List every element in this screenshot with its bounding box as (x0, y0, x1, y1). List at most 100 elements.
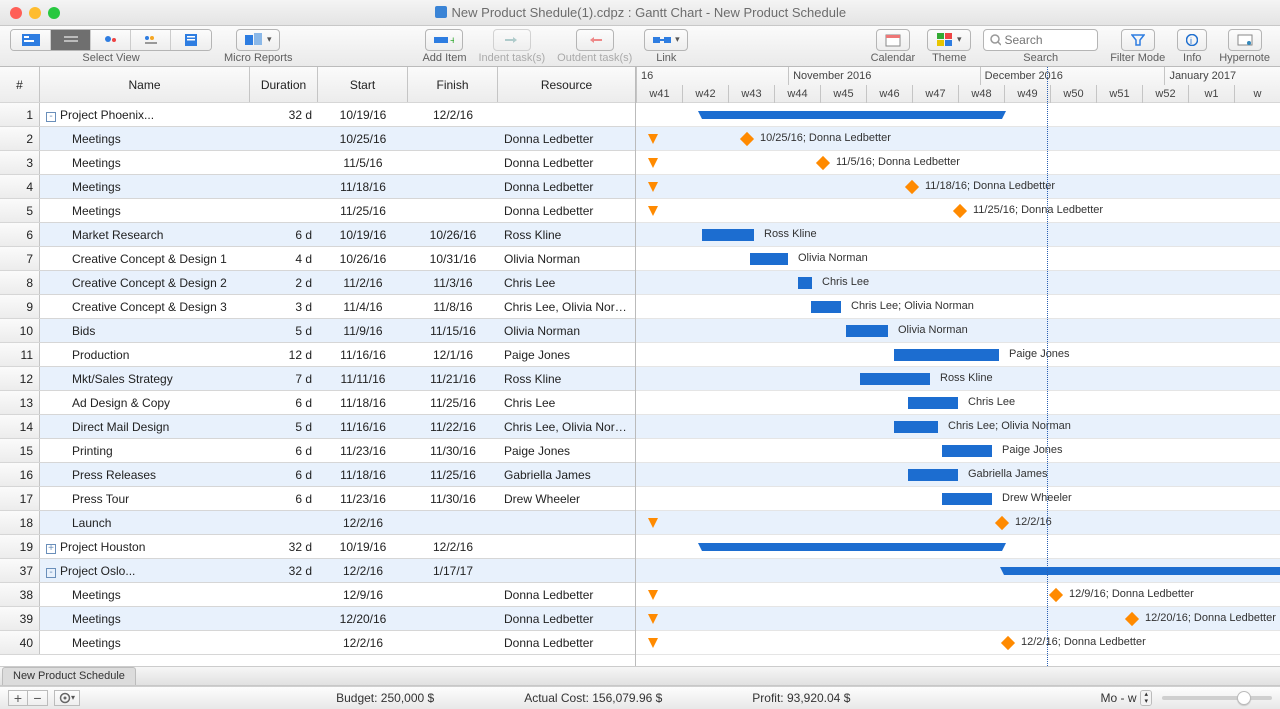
gantt-row[interactable]: Paige Jones (636, 439, 1280, 463)
table-row[interactable]: 15Printing6 d11/23/1611/30/16Paige Jones (0, 439, 635, 463)
milestone-marker[interactable] (1049, 588, 1063, 602)
task-bar[interactable] (908, 397, 958, 409)
task-bar[interactable] (702, 229, 754, 241)
gantt-row[interactable]: Olivia Norman (636, 247, 1280, 271)
gantt-row[interactable]: 12/20/16; Donna Ledbetter (636, 607, 1280, 631)
table-row[interactable]: 18Launch12/2/16 (0, 511, 635, 535)
table-row[interactable]: 5Meetings11/25/16Donna Ledbetter (0, 199, 635, 223)
gantt-row[interactable]: Chris Lee; Olivia Norman (636, 295, 1280, 319)
milestone-marker[interactable] (953, 204, 967, 218)
expand-toggle[interactable]: - (46, 568, 56, 578)
milestone-marker[interactable] (1125, 612, 1139, 626)
task-bar[interactable] (894, 349, 999, 361)
info-button[interactable]: i (1177, 29, 1207, 51)
gantt-row[interactable]: 12/9/16; Donna Ledbetter (636, 583, 1280, 607)
table-row[interactable]: 37-Project Oslo...32 d12/2/161/17/17 (0, 559, 635, 583)
table-row[interactable]: 1-Project Phoenix...32 d10/19/1612/2/16 (0, 103, 635, 127)
gantt-row[interactable]: Gabriella James (636, 463, 1280, 487)
milestone-marker[interactable] (905, 180, 919, 194)
table-row[interactable]: 19+Project Houston32 d10/19/1612/2/16 (0, 535, 635, 559)
link-dropdown[interactable]: ▾ (644, 29, 688, 51)
table-row[interactable]: 10Bids5 d11/9/1611/15/16Olivia Norman (0, 319, 635, 343)
task-bar[interactable] (846, 325, 888, 337)
gantt-row[interactable]: Drew Wheeler (636, 487, 1280, 511)
table-row[interactable]: 16Press Releases6 d11/18/1611/25/16Gabri… (0, 463, 635, 487)
gantt-row[interactable]: Ross Kline (636, 223, 1280, 247)
table-row[interactable]: 40Meetings12/2/16Donna Ledbetter (0, 631, 635, 655)
task-bar[interactable] (942, 493, 992, 505)
milestone-marker[interactable] (816, 156, 830, 170)
gantt-row[interactable]: 12/2/16; Donna Ledbetter (636, 631, 1280, 655)
task-bar[interactable] (894, 421, 938, 433)
table-row[interactable]: 13Ad Design & Copy6 d11/18/1611/25/16Chr… (0, 391, 635, 415)
table-row[interactable]: 38Meetings12/9/16Donna Ledbetter (0, 583, 635, 607)
table-row[interactable]: 6Market Research6 d10/19/1610/26/16Ross … (0, 223, 635, 247)
gantt-row[interactable]: Olivia Norman (636, 319, 1280, 343)
task-bar[interactable] (811, 301, 841, 313)
search-input[interactable] (1005, 33, 1092, 47)
table-row[interactable]: 8Creative Concept & Design 22 d11/2/1611… (0, 271, 635, 295)
col-resource[interactable]: Resource (498, 67, 635, 102)
hypernote-button[interactable] (1228, 29, 1262, 51)
gantt-row[interactable]: 12/2/16 (636, 511, 1280, 535)
search-box[interactable] (983, 29, 1098, 51)
summary-bar[interactable] (702, 111, 1002, 119)
gantt-row[interactable]: 11/18/16; Donna Ledbetter (636, 175, 1280, 199)
gantt-row[interactable] (636, 559, 1280, 583)
calendar-button[interactable] (876, 29, 910, 51)
milestone-marker[interactable] (995, 516, 1009, 530)
task-bar[interactable] (860, 373, 930, 385)
table-row[interactable]: 39Meetings12/20/16Donna Ledbetter (0, 607, 635, 631)
col-start[interactable]: Start (318, 67, 408, 102)
table-row[interactable]: 11Production12 d11/16/1612/1/16Paige Jon… (0, 343, 635, 367)
task-bar[interactable] (798, 277, 812, 289)
scale-stepper[interactable]: ▴▾ (1140, 690, 1152, 706)
table-row[interactable]: 7Creative Concept & Design 14 d10/26/161… (0, 247, 635, 271)
task-bar[interactable] (750, 253, 788, 265)
view-table-button[interactable] (51, 30, 91, 50)
micro-reports-dropdown[interactable]: ▾ (236, 29, 280, 51)
add-row-button[interactable]: + (8, 690, 28, 706)
add-item-button[interactable]: + (425, 29, 463, 51)
col-num[interactable]: # (0, 67, 40, 102)
view-resources-button[interactable] (91, 30, 131, 50)
filter-mode-button[interactable] (1121, 29, 1155, 51)
settings-button[interactable]: ▾ (54, 690, 80, 706)
table-row[interactable]: 3Meetings11/5/16Donna Ledbetter (0, 151, 635, 175)
milestone-marker[interactable] (740, 132, 754, 146)
view-split-button[interactable] (131, 30, 171, 50)
gantt-row[interactable]: 10/25/16; Donna Ledbetter (636, 127, 1280, 151)
task-bar[interactable] (942, 445, 992, 457)
gantt-row[interactable]: Chris Lee; Olivia Norman (636, 415, 1280, 439)
table-row[interactable]: 4Meetings11/18/16Donna Ledbetter (0, 175, 635, 199)
table-row[interactable]: 17Press Tour6 d11/23/1611/30/16Drew Whee… (0, 487, 635, 511)
view-gantt-button[interactable] (11, 30, 51, 50)
milestone-marker[interactable] (1001, 636, 1015, 650)
gantt-row[interactable] (636, 103, 1280, 127)
gantt-row[interactable]: 11/25/16; Donna Ledbetter (636, 199, 1280, 223)
task-bar[interactable] (908, 469, 958, 481)
summary-bar[interactable] (1004, 567, 1280, 575)
gantt-row[interactable] (636, 535, 1280, 559)
sheet-tab[interactable]: New Product Schedule (2, 667, 136, 685)
table-row[interactable]: 9Creative Concept & Design 33 d11/4/1611… (0, 295, 635, 319)
expand-toggle[interactable]: - (46, 112, 56, 122)
remove-row-button[interactable]: − (28, 690, 48, 706)
table-row[interactable]: 12Mkt/Sales Strategy7 d11/11/1611/21/16R… (0, 367, 635, 391)
expand-toggle[interactable]: + (46, 544, 56, 554)
summary-bar[interactable] (702, 543, 1002, 551)
col-finish[interactable]: Finish (408, 67, 498, 102)
outdent-button[interactable] (576, 29, 614, 51)
zoom-slider[interactable] (1162, 696, 1272, 700)
col-name[interactable]: Name (40, 67, 250, 102)
table-row[interactable]: 2Meetings10/25/16Donna Ledbetter (0, 127, 635, 151)
gantt-row[interactable]: Ross Kline (636, 367, 1280, 391)
view-report-button[interactable] (171, 30, 211, 50)
gantt-row[interactable]: 11/5/16; Donna Ledbetter (636, 151, 1280, 175)
indent-button[interactable] (493, 29, 531, 51)
gantt-row[interactable]: Paige Jones (636, 343, 1280, 367)
gantt-row[interactable]: Chris Lee (636, 271, 1280, 295)
theme-dropdown[interactable]: ▾ (927, 29, 971, 51)
table-row[interactable]: 14Direct Mail Design5 d11/16/1611/22/16C… (0, 415, 635, 439)
col-duration[interactable]: Duration (250, 67, 318, 102)
